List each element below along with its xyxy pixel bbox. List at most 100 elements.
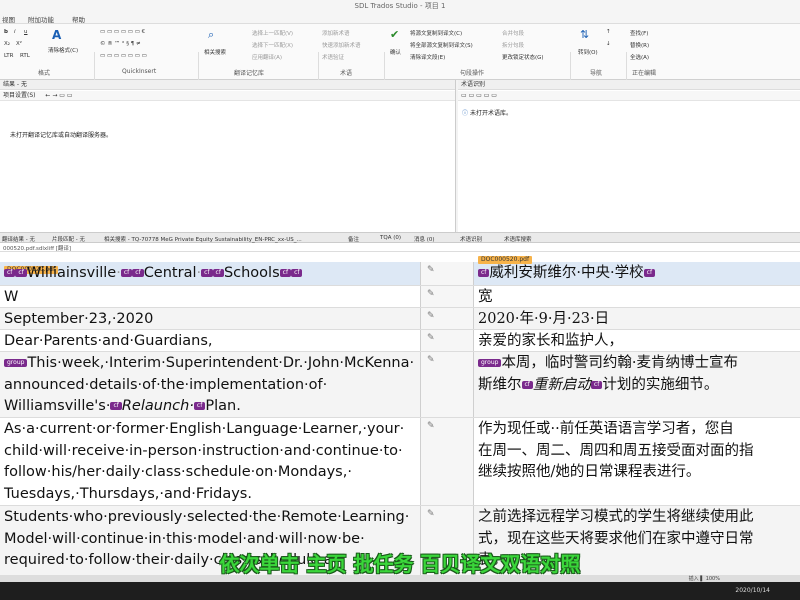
quickinsert-icon[interactable]: © ® ™ ° § ¶ ≠	[100, 41, 141, 47]
menu-view[interactable]: 视图	[2, 14, 15, 24]
quickinsert-icon[interactable]: ▭ ▭ ▭ ▭ ▭ ▭ €	[100, 29, 145, 35]
tab-term-recognition[interactable]: 术语识别	[460, 235, 482, 243]
target-cell[interactable]: group 本周，临时警司约翰·麦肯纳博士宣布 斯维尔 cf 重新启动 cf 计划的实施细…	[474, 352, 800, 417]
add-term-button[interactable]: 添加新术语	[322, 29, 350, 37]
group-edit-label: 正在编辑	[632, 70, 657, 77]
menu-addons[interactable]: 附加功能	[28, 14, 54, 24]
info-icon: ⓘ	[462, 110, 469, 117]
source-line: Williamsville's·	[4, 398, 111, 414]
nav-arrows-icon[interactable]: ← → ▭ ▭	[45, 92, 72, 99]
clear-format-button[interactable]: 清除格式(C)	[48, 46, 78, 54]
target-line: 式，现在这些天将要求他们在家中遵守日常	[478, 530, 754, 547]
table-row[interactable]: group This·week,·Interim·Superintendent·D…	[0, 352, 800, 418]
find-button[interactable]: 查找(F)	[630, 29, 648, 37]
target-cell[interactable]: 作为现任或··前任英语语言学习者，您自 在周一、周二、周四和周五接受面对面的指 …	[474, 418, 800, 505]
status-bar: 插入 ▌ 100%	[0, 575, 800, 582]
source-line: This·week,·Interim·Superintendent·Dr.·Jo…	[27, 355, 415, 371]
replace-button[interactable]: 替换(R)	[630, 41, 649, 49]
target-text: 威利安斯维尔·中央·学校	[489, 265, 644, 281]
table-row[interactable]: DOC000520.pdf cf cf Williainsville· cf cf Cen…	[0, 262, 800, 286]
quick-add-term-button[interactable]: 快速添加新术语	[322, 41, 361, 49]
pencil-icon: ✎	[427, 333, 435, 343]
target-line: 之前选择远程学习模式的学生将继续使用此	[478, 509, 754, 525]
tag-group: group	[4, 359, 28, 367]
superscript-button[interactable]: X²	[16, 41, 22, 47]
clear-target-button[interactable]: 清除译文段(E)	[410, 53, 445, 61]
rtl-button[interactable]: RTL	[20, 53, 30, 59]
target-line: 作为现任或··前任英语语言学习者，您自	[478, 421, 734, 437]
source-cell[interactable]: September·23,·2020	[0, 308, 420, 329]
status-column: ✎	[420, 352, 474, 417]
tab-tm-results[interactable]: 翻译结果 - 无	[2, 235, 35, 243]
tab-termbase-search[interactable]: 术语库搜索	[504, 235, 532, 243]
ltr-button[interactable]: LTR	[4, 53, 14, 59]
source-cell[interactable]: W	[0, 286, 420, 307]
taskbar-clock: 2020/10/14	[735, 587, 770, 594]
split-segment-button[interactable]: 拆分句段	[502, 41, 524, 49]
confirm-button[interactable]: 确认	[390, 48, 401, 56]
tag-cf: cf	[15, 269, 27, 277]
tab-messages[interactable]: 消息 (0)	[414, 235, 435, 243]
source-cell[interactable]: Dear·Parents·and·Guardians,	[0, 330, 420, 351]
tag-cf: cf	[110, 402, 122, 410]
quickinsert-icon[interactable]: ▭ ▭ ▭ ▭ ▭ ▭ ▭	[100, 53, 147, 59]
bold-button[interactable]: b	[4, 29, 8, 35]
goto-icon[interactable]: ⇅	[580, 28, 589, 41]
target-cell[interactable]: 2020·年·9·月·23·日	[474, 308, 800, 329]
table-row[interactable]: Dear·Parents·and·Guardians, ✎ 亲爱的家长和监护人，	[0, 330, 800, 352]
table-row[interactable]: As·a·current·or·former·English·Language·…	[0, 418, 800, 506]
tab-fragment[interactable]: 片段匹配 - 无	[52, 235, 85, 243]
tab-comments[interactable]: 备注	[348, 235, 359, 243]
table-row[interactable]: W ✎ 宽	[0, 286, 800, 308]
group-tm-label: 翻译记忆库	[234, 70, 265, 77]
target-cell[interactable]: 宽	[474, 286, 800, 307]
concordance-icon[interactable]: ⌕	[208, 28, 214, 42]
target-cell[interactable]: cf 威利安斯维尔·中央·学校 cf	[474, 262, 800, 285]
source-cell[interactable]: group This·week,·Interim·Superintendent·D…	[0, 352, 420, 417]
source-cell[interactable]: cf cf Williainsville· cf cf Central· cf cf Schoo…	[0, 262, 420, 285]
tab-tqa[interactable]: TQA (0)	[380, 235, 401, 241]
project-settings-button[interactable]: 项目设置(S)	[3, 92, 36, 99]
nav-up-icon[interactable]: ↑	[606, 29, 611, 35]
source-cell[interactable]: As·a·current·or·former·English·Language·…	[0, 418, 420, 505]
goto-button[interactable]: 转到(O)	[578, 48, 598, 56]
tab-concordance[interactable]: 相关搜索 - TQ-70778 MeG Private Equity Susta…	[104, 235, 302, 243]
ribbon: b i u X₂ X² LTR RTL A 清除格式(C) 格式 ▭ ▭ ▭ ▭…	[0, 24, 800, 98]
group-nav-label: 导航	[590, 70, 603, 77]
status-column: ✎	[420, 308, 474, 329]
pencil-icon: ✎	[427, 289, 435, 299]
term-toolbar-icons[interactable]: ▭ ▭ ▭ ▭ ▭	[461, 92, 497, 99]
tag-cf: cf	[193, 402, 206, 410]
copy-source-button[interactable]: 将源文复制到译文(C)	[410, 29, 462, 37]
status-column: ✎	[420, 418, 474, 505]
video-subtitle: 依次单击 主页 批任务 百贝译文双语对照	[219, 552, 581, 576]
source-line: follow·his/her·daily·class·schedule·on·M…	[4, 464, 352, 480]
concordance-button[interactable]: 相关搜索	[204, 48, 226, 56]
italic-button[interactable]: i	[14, 29, 16, 35]
table-row[interactable]: September·23,·2020 ✎ 2020·年·9·月·23·日	[0, 308, 800, 330]
status-column: ✎	[420, 330, 474, 351]
source-line: Model·will·continue·in·this·model·and·wi…	[4, 530, 365, 547]
target-cell[interactable]: 亲爱的家长和监护人，	[474, 330, 800, 351]
document-tab[interactable]: 000520.pdf.sdlxliff [翻译]	[0, 243, 800, 252]
tag-cf: cf	[201, 269, 213, 277]
term-verify-button[interactable]: 术语验证	[322, 53, 344, 61]
prev-match-button[interactable]: 选择上一匹配(V)	[252, 29, 293, 37]
clear-format-icon[interactable]: A	[52, 28, 61, 42]
target-line: 继续按照他/她的日常课程表进行。	[478, 464, 701, 480]
next-match-button[interactable]: 选择下一匹配(X)	[252, 41, 293, 49]
tag-cf: cf	[4, 269, 16, 277]
underline-button[interactable]: u	[24, 29, 28, 35]
menu-help[interactable]: 帮助	[72, 14, 85, 24]
confirm-icon[interactable]: ✔	[390, 28, 399, 41]
nav-down-icon[interactable]: ↓	[606, 41, 611, 47]
subscript-button[interactable]: X₂	[4, 41, 10, 47]
merge-segments-button[interactable]: 合并句段	[502, 29, 524, 37]
copy-all-source-button[interactable]: 将全部源文复制到译文(S)	[410, 41, 473, 49]
change-lock-button[interactable]: 更改锁定状态(G)	[502, 53, 544, 61]
target-line: 斯维尔	[478, 376, 522, 393]
select-all-button[interactable]: 全选(A)	[630, 53, 649, 61]
apply-translation-button[interactable]: 应用翻译(A)	[252, 53, 282, 61]
target-line: 在周一、周二、周四和周五接受面对面的指	[478, 442, 754, 459]
term-recognition-panel: 术语识别 ▭ ▭ ▭ ▭ ▭ ⓘ 未打开术语库。	[458, 80, 800, 232]
